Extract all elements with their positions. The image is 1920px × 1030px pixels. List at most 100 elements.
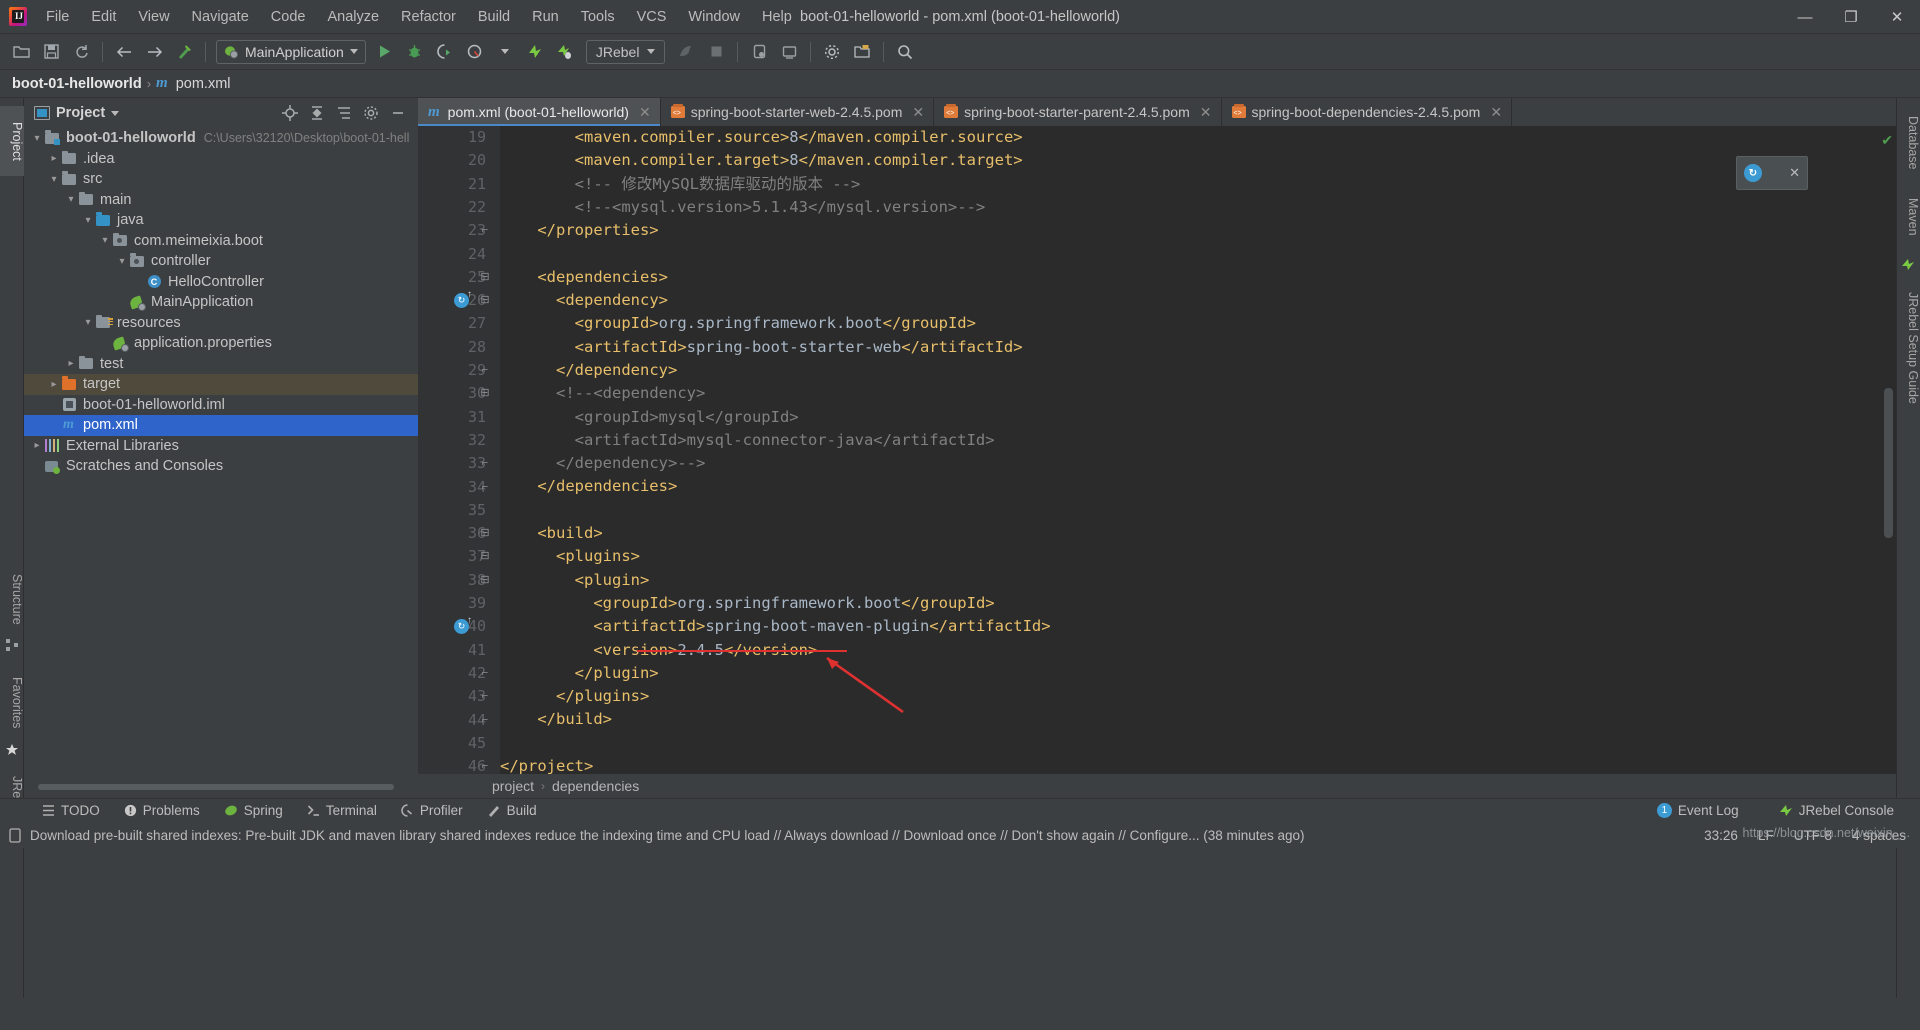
editor-tab-2[interactable]: <> spring-boot-starter-parent-2.4.5.pom ✕	[934, 98, 1222, 126]
fold-end-icon[interactable]: ⌐	[478, 662, 492, 685]
code-line-42[interactable]: </plugin>	[500, 662, 1878, 685]
tree-item-scratches-and-consoles[interactable]: Scratches and Consoles	[24, 456, 418, 477]
code-line-23[interactable]: </properties>	[500, 219, 1878, 242]
editor-vertical-scrollbar[interactable]: ✔	[1878, 126, 1896, 786]
menu-item-view[interactable]: View	[127, 5, 180, 29]
chevron-down-icon[interactable]: ▾	[64, 194, 78, 205]
build-hammer-icon[interactable]	[171, 39, 197, 65]
event-log-button[interactable]: 1 Event Log	[1645, 801, 1751, 820]
code-line-21[interactable]: <!-- 修改MySQL数据库驱动的版本 -->	[500, 173, 1878, 196]
close-icon[interactable]: ✕	[1789, 165, 1800, 181]
stop-button[interactable]	[703, 39, 729, 65]
code-line-20[interactable]: <maven.compiler.target>8</maven.compiler…	[500, 149, 1878, 172]
chevron-down-icon[interactable]: ▾	[81, 215, 95, 226]
fold-end-icon[interactable]: ⌐	[478, 709, 492, 732]
menu-item-file[interactable]: File	[35, 5, 80, 29]
tree-item-boot-01-helloworld[interactable]: ▾ boot-01-helloworld C:\Users\32120\Deskto…	[24, 128, 418, 149]
caret-position[interactable]: 33:26	[1704, 828, 1738, 843]
menu-item-code[interactable]: Code	[260, 5, 317, 29]
tree-item-test[interactable]: ▸ test	[24, 354, 418, 375]
code-line-25[interactable]: <dependencies>	[500, 266, 1878, 289]
tool-window-spring[interactable]: Spring	[212, 801, 295, 820]
run-configuration-selector[interactable]: MainApplication	[216, 39, 366, 64]
chevron-down-icon[interactable]: ▾	[81, 317, 95, 328]
chevron-down-icon-profile[interactable]	[492, 39, 518, 65]
code-line-37[interactable]: <plugins>	[500, 545, 1878, 568]
editor-gutter[interactable]: 1920212223⌐2425⊟26↻⊟272829⌐30⊟313233⌐34⌐…	[418, 126, 500, 786]
code-line-30[interactable]: <!--<dependency>	[500, 382, 1878, 405]
project-horizontal-scrollbar[interactable]	[24, 782, 418, 791]
menu-item-tools[interactable]: Tools	[570, 5, 626, 29]
sidebar-item-maven[interactable]: Maven	[1896, 186, 1920, 248]
chevron-down-icon-project[interactable]	[111, 110, 120, 116]
device-manager-icon[interactable]	[746, 39, 772, 65]
chevron-down-icon[interactable]: ▾	[30, 133, 44, 144]
code-line-31[interactable]: <groupId>mysql</groupId>	[500, 406, 1878, 429]
tree-item-pom-xml[interactable]: m pom.xml	[24, 415, 418, 436]
code-line-44[interactable]: </build>	[500, 708, 1878, 731]
tree-item-com-meimeixia-boot[interactable]: ▾ com.meimeixia.boot	[24, 231, 418, 252]
hide-icon[interactable]	[389, 105, 406, 122]
code-line-26[interactable]: <dependency>	[500, 289, 1878, 312]
code-line-34[interactable]: </dependencies>	[500, 475, 1878, 498]
code-line-40[interactable]: <artifactId>spring-boot-maven-plugin</ar…	[500, 615, 1878, 638]
fold-end-icon[interactable]: ⌐	[478, 219, 492, 242]
code-line-28[interactable]: <artifactId>spring-boot-starter-web</art…	[500, 336, 1878, 359]
code-line-43[interactable]: </plugins>	[500, 685, 1878, 708]
menu-item-navigate[interactable]: Navigate	[181, 5, 260, 29]
code-line-32[interactable]: <artifactId>mysql-connector-java</artifa…	[500, 429, 1878, 452]
profile-button[interactable]	[462, 39, 488, 65]
tree-item-hellocontroller[interactable]: C HelloController	[24, 272, 418, 293]
sidebar-item-database[interactable]: Database	[1896, 106, 1920, 180]
breadcrumb-file[interactable]: pom.xml	[176, 76, 231, 92]
menu-item-build[interactable]: Build	[467, 5, 521, 29]
tree-item-target[interactable]: ▸ target	[24, 374, 418, 395]
code-line-27[interactable]: <groupId>org.springframework.boot</group…	[500, 312, 1878, 335]
editor-tab-1[interactable]: <> spring-boot-starter-web-2.4.5.pom ✕	[660, 98, 935, 126]
jrebel-selector[interactable]: JRebel	[585, 39, 666, 64]
editor-tab-3[interactable]: <> spring-boot-dependencies-2.4.5.pom ✕	[1221, 98, 1513, 126]
menu-item-refactor[interactable]: Refactor	[390, 5, 467, 29]
code-line-29[interactable]: </dependency>	[500, 359, 1878, 382]
attach-profiler-icon[interactable]	[673, 39, 699, 65]
project-tree[interactable]: ▾ boot-01-helloworld C:\Users\32120\Deskto…	[24, 128, 418, 768]
code-line-24[interactable]	[500, 242, 1878, 265]
run-button[interactable]	[372, 39, 398, 65]
chevron-down-icon[interactable]: ▾	[115, 256, 129, 267]
open-folder-icon[interactable]	[8, 39, 34, 65]
close-icon[interactable]: ✕	[912, 104, 924, 121]
sidebar-item-structure[interactable]: Structure	[0, 558, 24, 640]
code-line-38[interactable]: <plugin>	[500, 569, 1878, 592]
project-structure-icon[interactable]	[849, 39, 875, 65]
settings-gear-icon[interactable]	[819, 39, 845, 65]
tool-window-terminal[interactable]: Terminal	[295, 801, 389, 820]
fold-collapse-icon[interactable]: ⊟	[478, 289, 492, 312]
debug-button[interactable]	[402, 39, 428, 65]
collapse-all-icon[interactable]	[308, 105, 325, 122]
fold-collapse-icon[interactable]: ⊟	[478, 569, 492, 592]
close-icon[interactable]: ✕	[1490, 104, 1502, 121]
code-line-39[interactable]: <groupId>org.springframework.boot</group…	[500, 592, 1878, 615]
code-line-35[interactable]	[500, 499, 1878, 522]
chevron-right-icon[interactable]: ▸	[47, 153, 61, 164]
chevron-down-icon[interactable]: ▾	[98, 235, 112, 246]
expand-select-icon[interactable]	[335, 105, 352, 122]
tree-item-resources[interactable]: ▾ resources	[24, 313, 418, 334]
tree-item-mainapplication[interactable]: MainApplication	[24, 292, 418, 313]
tree-item-external-libraries[interactable]: ▸ External Libraries	[24, 436, 418, 457]
menu-item-analyze[interactable]: Analyze	[316, 5, 390, 29]
breadcrumb-node-dependencies[interactable]: dependencies	[552, 778, 639, 794]
fold-end-icon[interactable]: ⌐	[478, 452, 492, 475]
fold-end-icon[interactable]: ⌐	[478, 685, 492, 708]
sync-icon[interactable]	[68, 39, 94, 65]
breadcrumb-project[interactable]: boot-01-helloworld	[12, 76, 142, 92]
scrollbar-thumb-vertical[interactable]	[1884, 388, 1893, 538]
chevron-right-icon[interactable]: ▸	[30, 440, 44, 451]
tool-window-todo[interactable]: TODO	[30, 801, 112, 820]
code-line-45[interactable]	[500, 732, 1878, 755]
fold-collapse-icon[interactable]: ⊟	[478, 382, 492, 405]
sidebar-item-project[interactable]: Project	[0, 106, 24, 176]
jrebel-debug-icon[interactable]	[552, 39, 578, 65]
code-line-19[interactable]: <maven.compiler.source>8</maven.compiler…	[500, 126, 1878, 149]
code-line-22[interactable]: <!--<mysql.version>5.1.43</mysql.version…	[500, 196, 1878, 219]
